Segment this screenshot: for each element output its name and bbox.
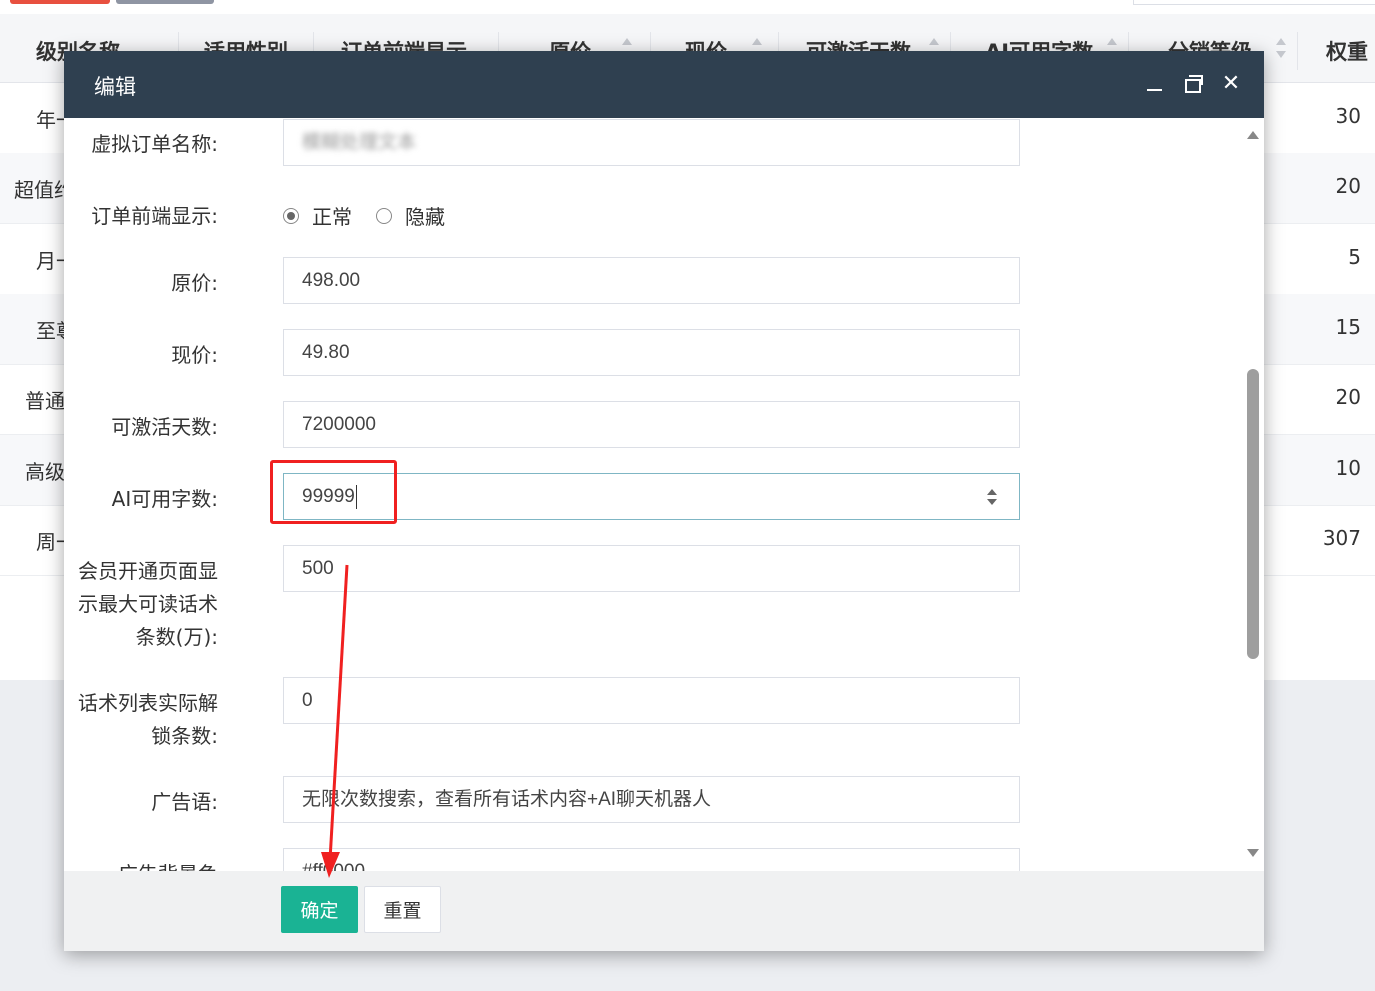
blurred-value: 模糊处理文本 xyxy=(302,132,417,153)
cell-weight: 307 xyxy=(1322,526,1361,550)
maximize-icon[interactable] xyxy=(1177,69,1207,99)
field-label: 虚拟订单名称: xyxy=(91,132,218,156)
toolbar-secondary-button[interactable] xyxy=(116,0,214,4)
field-label: 会员开通页面显 示最大可读话术 条数(万): xyxy=(78,559,218,649)
cell-weight: 15 xyxy=(1335,315,1361,339)
radio-checked-icon xyxy=(283,208,299,224)
annotation-highlight-box xyxy=(270,460,397,524)
radio-unchecked-icon xyxy=(376,208,392,224)
confirm-button[interactable]: 确定 xyxy=(281,886,358,933)
page-toolbar xyxy=(0,0,1375,14)
dialog-scrollbar[interactable] xyxy=(1242,118,1264,871)
edit-dialog: 编辑 ✕ 虚拟订单名称: 模糊处理文本 订单前端显示: 正常 隐藏 原价: 49… xyxy=(64,51,1264,951)
virtual-order-name-input[interactable]: 模糊处理文本 xyxy=(283,119,1020,166)
dialog-footer: 确定 重置 xyxy=(64,871,1264,951)
dialog-header[interactable]: 编辑 ✕ xyxy=(64,51,1264,118)
number-stepper-icon[interactable] xyxy=(987,489,997,505)
field-label: 原价: xyxy=(171,271,218,295)
unlock-count-input[interactable]: 0 xyxy=(283,677,1020,724)
max-readable-lines-input[interactable]: 500 xyxy=(283,545,1020,592)
cell-weight: 20 xyxy=(1335,174,1361,198)
cell-level-name: 高级 xyxy=(25,460,65,484)
radio-label: 隐藏 xyxy=(405,205,445,229)
activation-days-input[interactable]: 7200000 xyxy=(283,401,1020,448)
field-label: 广告背景色 xyxy=(64,858,218,871)
radio-label: 正常 xyxy=(312,205,352,229)
scroll-up-icon[interactable] xyxy=(1247,131,1259,139)
scroll-thumb[interactable] xyxy=(1247,369,1259,659)
close-icon[interactable]: ✕ xyxy=(1216,69,1246,99)
cell-level-name: 普通 xyxy=(25,389,65,413)
minimize-icon[interactable] xyxy=(1140,69,1170,99)
field-label: 订单前端显示: xyxy=(91,204,218,228)
toolbar-add-button[interactable] xyxy=(10,0,110,4)
th-weight[interactable]: 权重 xyxy=(1326,36,1368,66)
sort-icon[interactable] xyxy=(1276,38,1286,62)
field-label: 可激活天数: xyxy=(111,415,218,439)
field-label: 广告语: xyxy=(151,790,218,814)
cell-weight: 10 xyxy=(1335,456,1361,480)
scroll-down-icon[interactable] xyxy=(1247,849,1259,857)
ad-bg-color-input[interactable]: #ff0000 xyxy=(283,848,1020,871)
field-label: 话术列表实际解 锁条数: xyxy=(78,691,218,748)
slogan-input[interactable]: 无限次数搜索，查看所有话术内容+AI聊天机器人 xyxy=(283,776,1020,823)
current-price-input[interactable]: 49.80 xyxy=(283,329,1020,376)
toolbar-search-input[interactable] xyxy=(1133,0,1375,5)
cell-weight: 5 xyxy=(1348,245,1361,269)
cell-weight: 20 xyxy=(1335,385,1361,409)
original-price-input[interactable]: 498.00 xyxy=(283,257,1020,304)
field-label: AI可用字数: xyxy=(111,487,218,511)
dialog-form: 虚拟订单名称: 模糊处理文本 订单前端显示: 正常 隐藏 原价: 498.00 … xyxy=(64,118,1264,871)
dialog-title: 编辑 xyxy=(94,75,136,99)
cell-weight: 30 xyxy=(1335,104,1361,128)
reset-button[interactable]: 重置 xyxy=(364,886,441,933)
field-label: 现价: xyxy=(171,343,218,367)
